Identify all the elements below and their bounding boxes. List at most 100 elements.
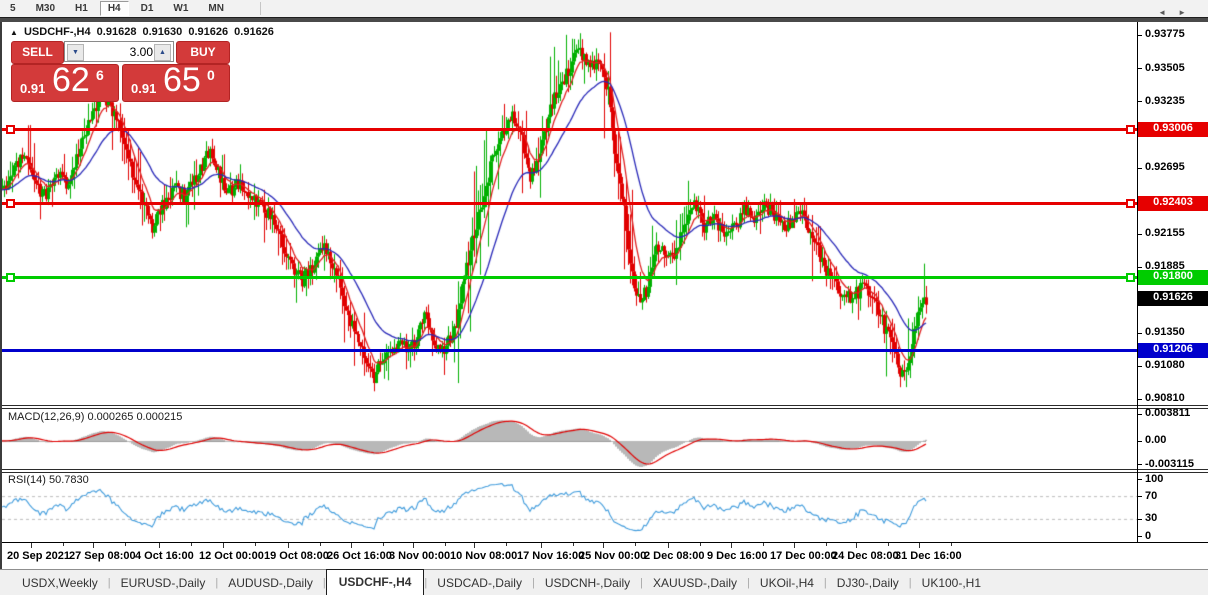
buy-price-button[interactable]: 0.91 65 0	[122, 64, 230, 102]
line-handle[interactable]	[1126, 273, 1135, 282]
rsi-tick	[1138, 479, 1142, 480]
horizontal-line-0.918[interactable]	[2, 276, 1137, 279]
timeframe-button-w1[interactable]: W1	[165, 1, 196, 16]
chart-tab-dj30[interactable]: DJ30-,Daily	[827, 572, 909, 594]
price-tick-label: 0.92155	[1145, 227, 1185, 239]
macd-label: MACD(12,26,9) 0.000265 0.000215	[8, 411, 182, 423]
rsi-canvas[interactable]	[2, 473, 1137, 542]
time-axis-tick	[159, 543, 160, 548]
time-axis-tick	[506, 543, 507, 546]
rsi-tick	[1138, 536, 1142, 537]
macd-pane[interactable]: MACD(12,26,9) 0.000265 0.000215	[2, 409, 1137, 469]
time-axis-tick	[888, 543, 889, 546]
sell-price-sup: 6	[96, 67, 104, 83]
rsi-tick	[1138, 496, 1142, 497]
rsi-value: 50.7830	[49, 474, 89, 486]
tab-scroll-left-icon[interactable]: ◄	[1158, 8, 1178, 17]
horizontal-line-0.91206[interactable]	[2, 349, 1137, 352]
time-axis-tick	[383, 543, 384, 546]
volume-input[interactable]: ▼ 3.00 ▲	[64, 41, 174, 62]
timeframe-toolbar: 5 M30 H1 H4 D1W1 MN	[0, 0, 1208, 18]
time-axis-tick	[413, 543, 414, 548]
line-handle[interactable]	[1126, 199, 1135, 208]
time-axis-tick	[223, 543, 224, 548]
collapse-quote-icon[interactable]: ▲	[10, 28, 18, 37]
macd-value-1: 0.000265	[87, 411, 133, 423]
timeframe-button-h1[interactable]: H1	[67, 1, 96, 16]
timeframe-button-h4[interactable]: H4	[100, 1, 129, 16]
chart-tab-audusd[interactable]: AUDUSD-,Daily	[218, 572, 323, 594]
buy-price-big: 65	[163, 61, 201, 100]
price-tick	[1138, 168, 1142, 169]
buy-price-prefix: 0.91	[131, 81, 156, 96]
chart-tab-usdx[interactable]: USDX,Weekly	[12, 572, 108, 594]
macd-tick	[1138, 414, 1142, 415]
timeframe-button-5[interactable]: 5	[2, 1, 24, 16]
time-axis-label: 17 Nov 16:00	[517, 550, 584, 562]
timeframe-button-d1[interactable]: D1	[133, 1, 162, 16]
chart-tab-eurusd[interactable]: EURUSD-,Daily	[111, 572, 216, 594]
line-handle[interactable]	[6, 273, 15, 282]
trading-platform-window: 5M30H1H4D1W1MN ▲ USDCHF-,H4 0.91628 0.91…	[0, 0, 1208, 595]
time-axis-label: 12 Oct 00:00	[199, 550, 264, 562]
time-axis-tick	[320, 543, 321, 546]
price-tick	[1138, 399, 1142, 400]
time-axis-label: 17 Dec 00:00	[770, 550, 837, 562]
time-axis-tick	[731, 543, 732, 548]
ohlc-close: 0.91626	[234, 26, 274, 38]
price-tick-label: 0.93235	[1145, 95, 1185, 107]
horizontal-line-0.92403[interactable]	[2, 202, 1137, 205]
time-axis-tick	[668, 543, 669, 548]
time-axis-label: 19 Oct 08:00	[264, 550, 329, 562]
price-tick	[1138, 267, 1142, 268]
rsi-pane[interactable]: RSI(14) 50.7830	[2, 473, 1137, 542]
volume-value: 3.00	[130, 45, 153, 59]
price-tick	[1138, 68, 1142, 69]
buy-price-sup: 0	[207, 67, 215, 83]
time-axis-label: 20 Sep 2021	[7, 550, 70, 562]
price-label-badge: 0.91206	[1138, 343, 1208, 358]
time-axis-tick	[856, 543, 857, 548]
price-tick	[1138, 101, 1142, 102]
rsi-tick-label: 30	[1145, 512, 1157, 524]
chart-tab-usdcnh[interactable]: USDCNH-,Daily	[535, 572, 640, 594]
time-axis-tick	[603, 543, 604, 548]
one-click-trading-panel: SELL ▼ 3.00 ▲ BUY 0.91 62 6 0.91 65 0	[11, 41, 228, 100]
tab-scroll-right-icon[interactable]: ►	[1178, 8, 1198, 17]
macd-tick-label: -0.003115	[1145, 458, 1194, 470]
volume-decrease-icon[interactable]: ▼	[67, 44, 84, 61]
time-axis-tick	[351, 543, 352, 548]
timeframe-button-m30[interactable]: M30	[28, 1, 63, 16]
price-tick-label: 0.91350	[1145, 326, 1185, 338]
sell-price-button[interactable]: 0.91 62 6	[11, 64, 119, 102]
line-handle[interactable]	[6, 125, 15, 134]
line-handle[interactable]	[6, 199, 15, 208]
price-tick	[1138, 35, 1142, 36]
chart-tab-usdcad[interactable]: USDCAD-,Daily	[427, 572, 532, 594]
horizontal-line-0.93006[interactable]	[2, 128, 1137, 131]
rsi-name: RSI(14)	[8, 474, 46, 486]
sell-price-prefix: 0.91	[20, 81, 45, 96]
chart-tab-uk100[interactable]: UK100-,H1	[912, 572, 991, 594]
macd-tick-label: 0.003811	[1145, 407, 1190, 419]
chart-tab-ukoil[interactable]: UKOil-,H4	[750, 572, 824, 594]
price-label-badge: 0.91626	[1138, 291, 1208, 306]
timeframe-button-mn[interactable]: MN	[200, 1, 232, 16]
time-axis-label: 25 Nov 00:00	[579, 550, 646, 562]
price-tick-label: 0.93505	[1145, 62, 1185, 74]
time-axis-label: 4 Oct 16:00	[135, 550, 194, 562]
price-tick-label: 0.90810	[1145, 392, 1185, 404]
time-axis-tick	[794, 543, 795, 548]
macd-value-2: 0.000215	[136, 411, 182, 423]
chart-tab-usdchf[interactable]: USDCHF-,H4	[326, 569, 425, 595]
time-axis-tick	[31, 543, 32, 548]
chart-tab-xauusd[interactable]: XAUUSD-,Daily	[643, 572, 747, 594]
price-tick-label: 0.93775	[1145, 28, 1185, 40]
ohlc-low: 0.91626	[188, 26, 228, 38]
time-axis: 20 Sep 202127 Sep 08:004 Oct 16:0012 Oct…	[2, 542, 1208, 570]
volume-increase-icon[interactable]: ▲	[154, 44, 171, 61]
line-handle[interactable]	[1126, 125, 1135, 134]
rsi-tick-label: 0	[1145, 530, 1151, 542]
toolbar-separator	[260, 2, 261, 15]
price-label-badge: 0.92403	[1138, 196, 1208, 211]
